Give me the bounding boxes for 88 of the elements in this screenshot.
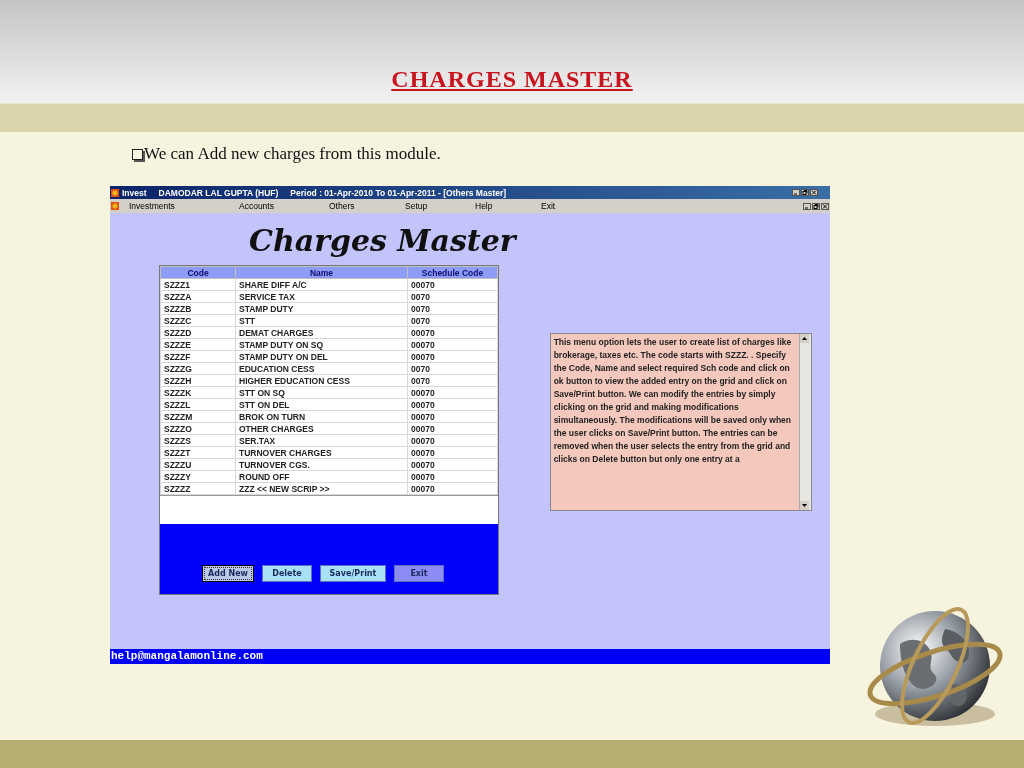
table-cell: TURNOVER CHARGES (235, 446, 408, 459)
table-cell: 0070 (407, 374, 498, 387)
table-cell: 00070 (407, 470, 498, 483)
app-icon (111, 188, 119, 197)
scrollbar[interactable] (798, 334, 811, 510)
table-cell: SZZZH (160, 374, 236, 387)
table-cell: 00070 (407, 338, 498, 351)
table-cell: SERVICE TAX (235, 290, 408, 303)
form-button[interactable]: Delete (262, 565, 312, 582)
table-cell: 00070 (407, 410, 498, 423)
table-cell: TURNOVER CGS. (235, 458, 408, 471)
table-cell: SZZZE (160, 338, 236, 351)
table-cell: SZZZT (160, 446, 236, 459)
table-cell: SZZZU (160, 458, 236, 471)
table-cell: 00070 (407, 446, 498, 459)
table-cell: STT ON SQ (235, 386, 408, 399)
table-cell: SZZZB (160, 302, 236, 315)
table-cell: SZZZO (160, 422, 236, 435)
table-cell: SZZZY (160, 470, 236, 483)
table-cell: OTHER CHARGES (235, 422, 408, 435)
menu-item[interactable]: Setup (405, 201, 475, 211)
table-cell: DEMAT CHARGES (235, 326, 408, 339)
minimize-icon[interactable] (803, 202, 811, 210)
column-header[interactable]: Schedule Code (407, 266, 498, 279)
table-cell: ZZZ << NEW SCRIP >> (235, 482, 408, 495)
help-text: This menu option lets the user to create list of charges like brokerage, taxes etc. The code starts with SZZZ. . Specify the Code, Name and select required Sch code and click on ok button to view the added entry on the grid and click on Save/Print button. We can modify the entries by simply clicking on the grid and making modifications simultaneously. The modifications will be saved only when the user clicks on Save/Print button. The entries can be removed when the user selects the entry from the grid and clicks on Delete button but only one entry at a (552, 336, 793, 466)
form-button[interactable]: Add New (202, 565, 254, 582)
app-icon (111, 202, 119, 210)
table-cell: 0070 (407, 302, 498, 315)
client-name: DAMODAR LAL GUPTA (HUF) (158, 187, 279, 198)
table-cell: STAMP DUTY (235, 302, 408, 315)
table-cell: 0070 (407, 362, 498, 375)
restore-icon[interactable] (812, 202, 820, 210)
table-cell: ROUND OFF (235, 470, 408, 483)
bullet-text: We can Add new charges from this module. (144, 144, 441, 164)
table-cell: SZZZ1 (160, 278, 236, 291)
table-cell: SHARE DIFF A/C (235, 278, 408, 291)
table-cell: STT (235, 314, 408, 327)
table-cell: SZZZK (160, 386, 236, 399)
menu-item[interactable]: Help (475, 201, 541, 211)
table-cell: HIGHER EDUCATION CESS (235, 374, 408, 387)
table-cell: EDUCATION CESS (235, 362, 408, 375)
table-cell: SZZZS (160, 434, 236, 447)
restore-icon[interactable] (801, 189, 809, 196)
table-cell: SZZZA (160, 290, 236, 303)
table-cell: 00070 (407, 278, 498, 291)
menu-item[interactable]: Accounts (239, 201, 329, 211)
table-cell: 00070 (407, 434, 498, 447)
table-cell: STT ON DEL (235, 398, 408, 411)
table-cell: 00070 (407, 350, 498, 363)
table-cell: 00070 (407, 422, 498, 435)
table-cell: SZZZZ (160, 482, 236, 495)
table-cell: 0070 (407, 314, 498, 327)
column-header[interactable]: Name (235, 266, 408, 279)
table-cell: SZZZF (160, 350, 236, 363)
table-cell: SZZZG (160, 362, 236, 375)
table-cell: 00070 (407, 458, 498, 471)
checkbox-bullet-icon (132, 148, 143, 160)
menu-item[interactable]: Investments (129, 201, 239, 211)
scroll-down-icon[interactable] (799, 501, 809, 510)
scroll-up-icon[interactable] (799, 334, 809, 343)
status-bar: help@mangalamonline.com (110, 649, 830, 664)
table-cell: SZZZM (160, 410, 236, 423)
table-cell: 00070 (407, 386, 498, 399)
menu-item[interactable]: Others (329, 201, 405, 211)
table-cell: SER.TAX (235, 434, 408, 447)
app-name: Invest (122, 187, 147, 198)
table-cell: BROK ON TURN (235, 410, 408, 423)
menu-item[interactable]: Exit (541, 201, 591, 211)
table-cell: STAMP DUTY ON SQ (235, 338, 408, 351)
slide-title: CHARGES MASTER (391, 66, 633, 93)
form-button[interactable]: Exit (394, 565, 444, 582)
table-cell: STAMP DUTY ON DEL (235, 350, 408, 363)
form-button[interactable]: Save/Print (320, 565, 386, 582)
table-cell: SZZZL (160, 398, 236, 411)
new-row[interactable] (160, 495, 498, 524)
close-icon[interactable] (810, 189, 818, 196)
table-cell: 00070 (407, 398, 498, 411)
table-cell: 00070 (407, 482, 498, 495)
close-icon[interactable] (821, 202, 829, 210)
table-cell: SZZZC (160, 314, 236, 327)
form-title: Charges Master (249, 223, 516, 259)
table-cell: SZZZD (160, 326, 236, 339)
period-text: Period : 01-Apr-2010 To 01-Apr-2011 - [Others Master] (290, 187, 507, 198)
column-header[interactable]: Code (160, 266, 236, 279)
table-cell: 0070 (407, 290, 498, 303)
minimize-icon[interactable] (792, 189, 800, 196)
table-cell: 00070 (407, 326, 498, 339)
